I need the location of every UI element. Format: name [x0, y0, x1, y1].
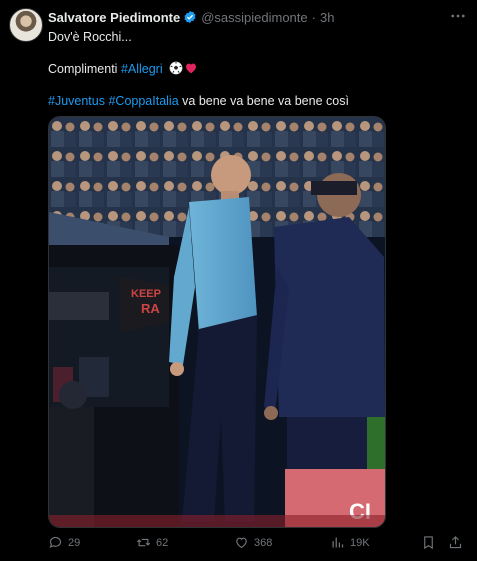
hashtag-juventus[interactable]: #Juventus	[48, 94, 105, 108]
tweet-line-2: Complimenti #Allegri	[48, 61, 198, 77]
repost-icon	[136, 538, 151, 547]
author-name[interactable]: Salvatore Piedimonte	[48, 10, 180, 25]
repost-count: 62	[156, 536, 169, 549]
verified-icon	[184, 10, 196, 24]
views-icon	[332, 537, 344, 548]
tweet-header: Salvatore Piedimonte @sassipiedimonte · …	[48, 8, 467, 26]
tweet-photo[interactable]: KEEP RA CI	[48, 116, 386, 528]
red-heart-icon	[186, 63, 197, 74]
views-button[interactable]: 19K	[330, 535, 370, 550]
author-handle[interactable]: @sassipiedimonte	[201, 10, 307, 25]
bookmark-button[interactable]	[421, 535, 436, 550]
like-button[interactable]: 368	[234, 535, 272, 550]
views-count: 19K	[350, 536, 370, 549]
like-count: 368	[254, 536, 273, 549]
hashtag-allegri[interactable]: #Allegri	[121, 62, 163, 76]
hashtag-coppaitalia[interactable]: #CoppaItalia	[108, 94, 178, 108]
reply-icon	[49, 536, 61, 548]
reply-count: 29	[68, 536, 81, 549]
tweet[interactable]: Salvatore Piedimonte @sassipiedimonte · …	[0, 0, 477, 561]
tweet-actions: 29 62 368 19K	[48, 535, 468, 553]
avatar[interactable]	[9, 8, 43, 42]
separator-dot: ·	[311, 9, 316, 25]
bookmark-icon	[424, 536, 433, 550]
tweet-line-3: #Juventus #CoppaItalia va bene va bene v…	[48, 93, 349, 109]
soccer-ball-icon	[169, 61, 183, 75]
more-icon[interactable]	[449, 7, 467, 25]
tweet-line-1: Dov'è Rocchi...	[48, 30, 132, 44]
repost-button[interactable]: 62	[136, 535, 168, 550]
board-text-top: KEEP	[131, 288, 161, 300]
tweet-text: Complimenti	[48, 62, 121, 76]
photo-scene: KEEP RA CI	[49, 117, 385, 527]
share-button[interactable]	[448, 535, 463, 550]
reply-button[interactable]: 29	[48, 535, 80, 550]
board-text: RA	[141, 301, 160, 316]
like-icon	[236, 537, 247, 549]
timestamp[interactable]: 3h	[320, 10, 334, 25]
share-icon	[449, 536, 462, 549]
tweet-text: va bene va bene va bene così	[178, 94, 349, 108]
